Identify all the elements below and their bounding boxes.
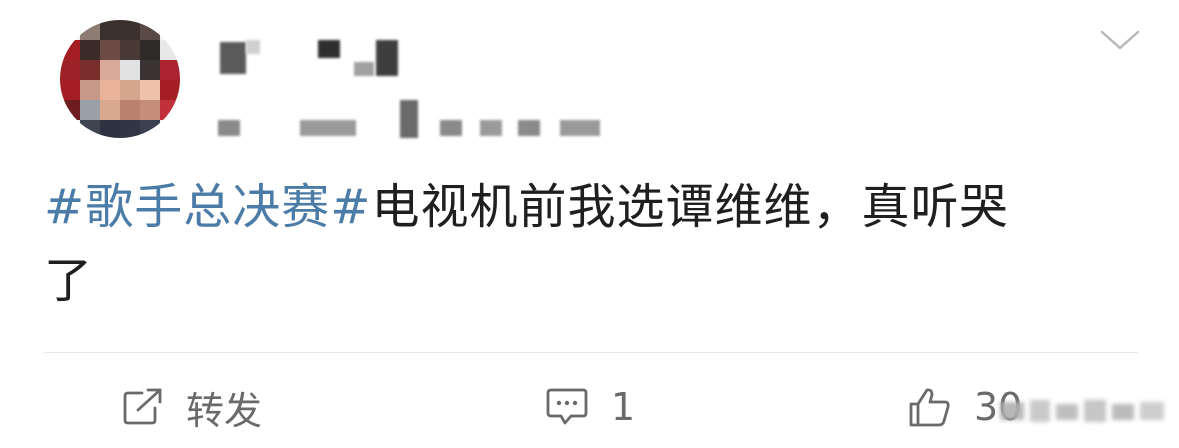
repost-label: 转发 [186, 388, 263, 433]
watermark [1000, 396, 1170, 426]
topic-link[interactable]: #歌手总决赛# [44, 179, 371, 235]
avatar[interactable] [60, 20, 180, 138]
divider [44, 352, 1138, 353]
comment-icon [545, 386, 589, 428]
share-icon [122, 388, 164, 426]
comment-button[interactable]: 1 [545, 380, 635, 434]
post-meta [218, 100, 608, 140]
username[interactable] [218, 36, 408, 82]
post-body-line1: 电视机前我选谭维维，真听哭 [371, 179, 1009, 235]
comment-count: 1 [611, 385, 636, 429]
post-body: #歌手总决赛#电视机前我选谭维维，真听哭了 [44, 170, 1114, 318]
thumbs-up-icon [908, 386, 952, 428]
weibo-post-card: #歌手总决赛#电视机前我选谭维维，真听哭了 转发 1 30 [0, 0, 1179, 448]
chevron-down-icon[interactable] [1098, 26, 1142, 54]
post-body-line2: 了 [44, 253, 94, 309]
repost-button[interactable]: 转发 [122, 380, 262, 434]
